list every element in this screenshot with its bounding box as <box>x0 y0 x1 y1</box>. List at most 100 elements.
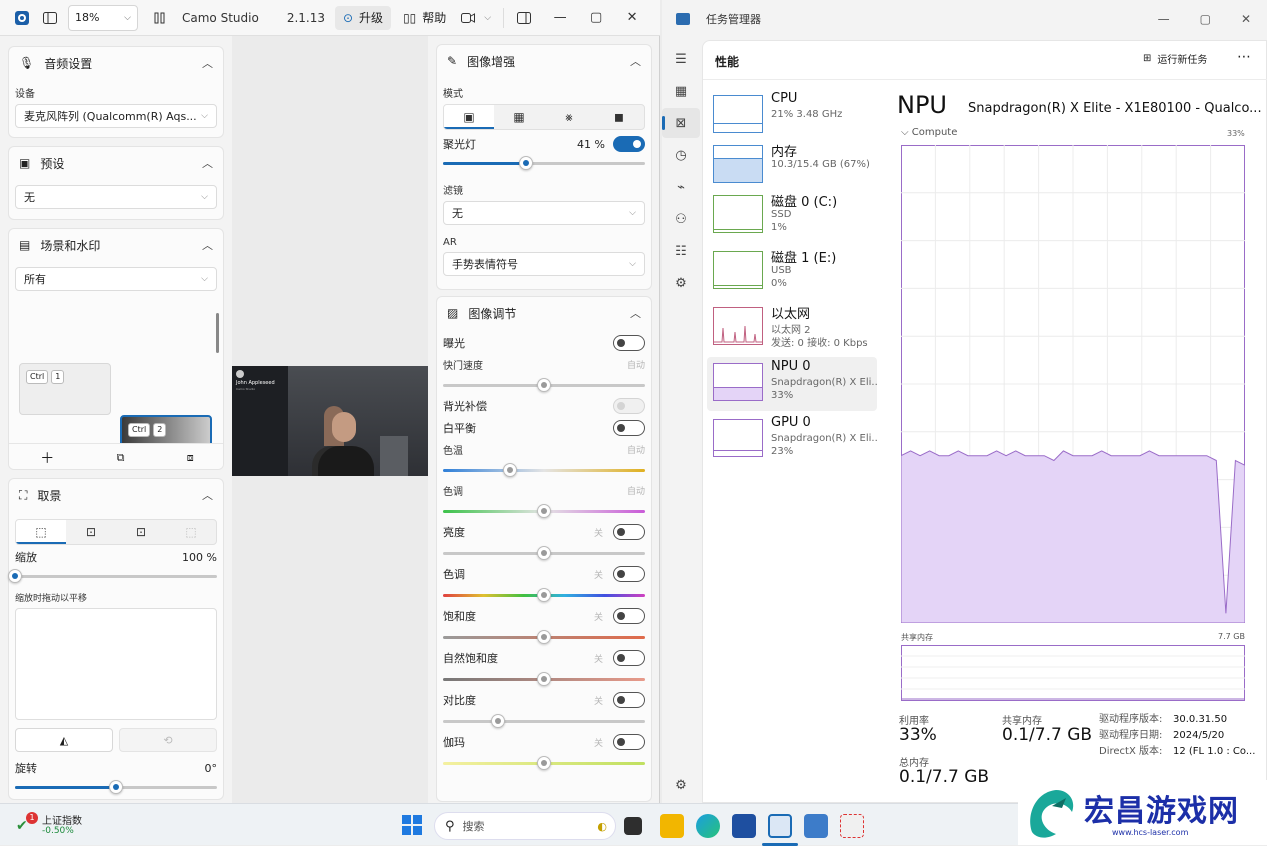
vibrance-slider[interactable] <box>443 672 645 686</box>
perf-item-3[interactable]: 磁盘 1 (E:) USB 0% <box>707 245 877 299</box>
camera-preview[interactable]: John Appleseed Camo Studio <box>232 366 428 476</box>
auto-status: 自动 <box>626 361 645 371</box>
perf-item-0[interactable]: CPU 21% 3.48 GHz <box>707 89 877 143</box>
blur-mode-icon[interactable]: ▦ <box>494 105 544 129</box>
flip-button[interactable]: ◭ <box>15 728 113 752</box>
spotlight-toggle[interactable] <box>613 136 645 152</box>
tint-slider[interactable] <box>443 504 645 518</box>
task-manager-taskbar-icon[interactable] <box>804 814 828 838</box>
rotate-slider[interactable] <box>15 780 217 794</box>
presets-header[interactable]: ▣ 预设 ︿ <box>9 147 223 179</box>
minimize-icon[interactable]: — <box>546 4 574 32</box>
portrait-frame-icon[interactable]: ⊡ <box>66 520 116 544</box>
scenes-title: 场景和水印 <box>40 238 101 253</box>
zoom-select[interactable]: 18% ⌵ <box>68 4 138 31</box>
perf-item-2[interactable]: 磁盘 0 (C:) SSD 1% <box>707 189 877 243</box>
framing-header[interactable]: ⛶ 取景 ︿ <box>9 479 223 511</box>
layers-icon[interactable]: ⧈ <box>187 451 194 465</box>
gamma-toggle[interactable] <box>613 734 645 750</box>
task-view-icon[interactable] <box>624 817 642 835</box>
adjust-header[interactable]: ▨ 图像调节 ︿ <box>437 297 651 329</box>
microphone-select[interactable]: 麦克风阵列 (Qualcomm(R) Aqs... ⌵ <box>15 104 217 128</box>
minimize-icon[interactable]: — <box>1158 12 1170 26</box>
memory-graph-frame <box>901 645 1245 701</box>
off-status: 关 <box>593 528 603 539</box>
microphone-value: 麦克风阵列 (Qualcomm(R) Aqs... <box>24 110 197 123</box>
edge-browser-icon[interactable] <box>696 814 720 838</box>
video-camera-icon[interactable] <box>454 4 482 32</box>
spotlight-slider[interactable] <box>443 156 645 170</box>
camera-chevron-icon[interactable]: ⌵ <box>484 13 491 23</box>
scene-thumb-1[interactable]: Ctrl 1 <box>19 363 111 415</box>
portrait-mode-icon[interactable]: ▣ <box>444 105 494 129</box>
camo-taskbar-icon[interactable] <box>768 814 792 838</box>
filter-select[interactable]: 无 ⌵ <box>443 201 645 225</box>
pan-area[interactable] <box>15 608 217 720</box>
windows-start-icon[interactable] <box>402 815 422 835</box>
white-balance-toggle[interactable] <box>613 420 645 436</box>
center-stage-icon[interactable]: ⬚ <box>166 520 216 544</box>
add-icon[interactable]: ＋ <box>40 448 54 468</box>
more-options-icon[interactable]: ⋯ <box>1237 49 1251 65</box>
microsoft-store-icon[interactable] <box>732 814 756 838</box>
audio-settings-header[interactable]: 🎙︎ 音频设置 ︿ <box>9 47 223 79</box>
close-icon[interactable]: ✕ <box>1241 12 1251 26</box>
saturation-toggle[interactable] <box>613 608 645 624</box>
scene-filter-select[interactable]: 所有 ⌵ <box>15 267 217 291</box>
details-icon[interactable]: ☷ <box>662 236 700 266</box>
graph-selector[interactable]: ⌵ Compute <box>901 127 957 138</box>
person-frame-icon[interactable]: ⊡ <box>116 520 166 544</box>
run-new-task-button[interactable]: ⊞ 运行新任务 <box>1143 51 1207 66</box>
vibrance-toggle[interactable] <box>613 650 645 666</box>
shutter-slider[interactable] <box>443 378 645 392</box>
settings-icon[interactable]: ⚙ <box>662 770 700 800</box>
hue-slider[interactable] <box>443 588 645 602</box>
stock-widget-icon[interactable]: ✔ 1 <box>16 812 38 834</box>
stock-name[interactable]: 上证指数 <box>42 812 82 827</box>
perf-item-6[interactable]: GPU 0 Snapdragon(R) X Eli... 23% <box>707 413 877 467</box>
split-view-icon[interactable] <box>146 4 174 32</box>
snipping-tool-icon[interactable] <box>840 814 864 838</box>
background-mode-icon[interactable]: ◼ <box>594 105 644 129</box>
preset-select[interactable]: 无 ⌵ <box>15 185 217 209</box>
app-history-icon[interactable]: ◷ <box>662 140 700 170</box>
processes-icon[interactable]: ▦ <box>662 76 700 106</box>
gamma-slider[interactable] <box>443 756 645 770</box>
maximize-icon[interactable]: ▢ <box>582 4 610 32</box>
auto-frame-icon[interactable]: ⬚ <box>16 520 66 544</box>
zoom-slider[interactable] <box>8 569 217 583</box>
saturation-slider[interactable] <box>443 630 645 644</box>
performance-icon[interactable]: ⊠ <box>662 108 700 138</box>
help-button[interactable]: ▯▯ 帮助 <box>403 9 446 26</box>
close-icon[interactable]: ✕ <box>618 4 646 32</box>
contrast-toggle[interactable] <box>613 692 645 708</box>
rotate-camera-button[interactable]: ⟲ <box>119 728 217 752</box>
duplicate-icon[interactable]: ⧉ <box>117 451 125 465</box>
scenes-scrollbar[interactable] <box>216 313 219 353</box>
sidebar-toggle-icon[interactable] <box>36 4 64 32</box>
no-effect-icon[interactable]: ⨳ <box>544 105 594 129</box>
maximize-icon[interactable]: ▢ <box>1200 12 1211 26</box>
backlight-toggle[interactable] <box>613 398 645 414</box>
hamburger-menu-icon[interactable]: ☰ <box>662 44 700 74</box>
perf-item-5[interactable]: NPU 0 Snapdragon(R) X Eli... 33% <box>707 357 877 411</box>
exposure-toggle[interactable] <box>613 335 645 351</box>
file-explorer-icon[interactable] <box>660 814 684 838</box>
users-icon[interactable]: ⚇ <box>662 204 700 234</box>
ar-select[interactable]: 手势表情符号 ⌵ <box>443 252 645 276</box>
panel-toggle-icon[interactable] <box>510 4 538 32</box>
upgrade-button[interactable]: ⊙ 升级 <box>334 5 392 30</box>
services-icon[interactable]: ⚙ <box>662 268 700 298</box>
perf-item-1[interactable]: 内存 10.3/15.4 GB (67%) <box>707 139 877 193</box>
enhance-header[interactable]: ✎ 图像增强 ︿ <box>437 45 651 77</box>
hue-toggle[interactable] <box>613 566 645 582</box>
startup-apps-icon[interactable]: ⌁ <box>662 172 700 202</box>
temperature-slider[interactable] <box>443 463 645 477</box>
taskbar-search[interactable]: ⚲ 搜索 ◐ <box>434 812 616 840</box>
perf-item-name: 磁盘 1 (E:) <box>771 251 837 266</box>
scenes-header[interactable]: ▤ 场景和水印 ︿ <box>9 229 223 261</box>
brightness-slider[interactable] <box>443 546 645 560</box>
perf-item-4[interactable]: 以太网 以太网 2 发送: 0 接收: 0 Kbps <box>707 301 877 355</box>
contrast-slider[interactable] <box>443 714 645 728</box>
brightness-toggle[interactable] <box>613 524 645 540</box>
